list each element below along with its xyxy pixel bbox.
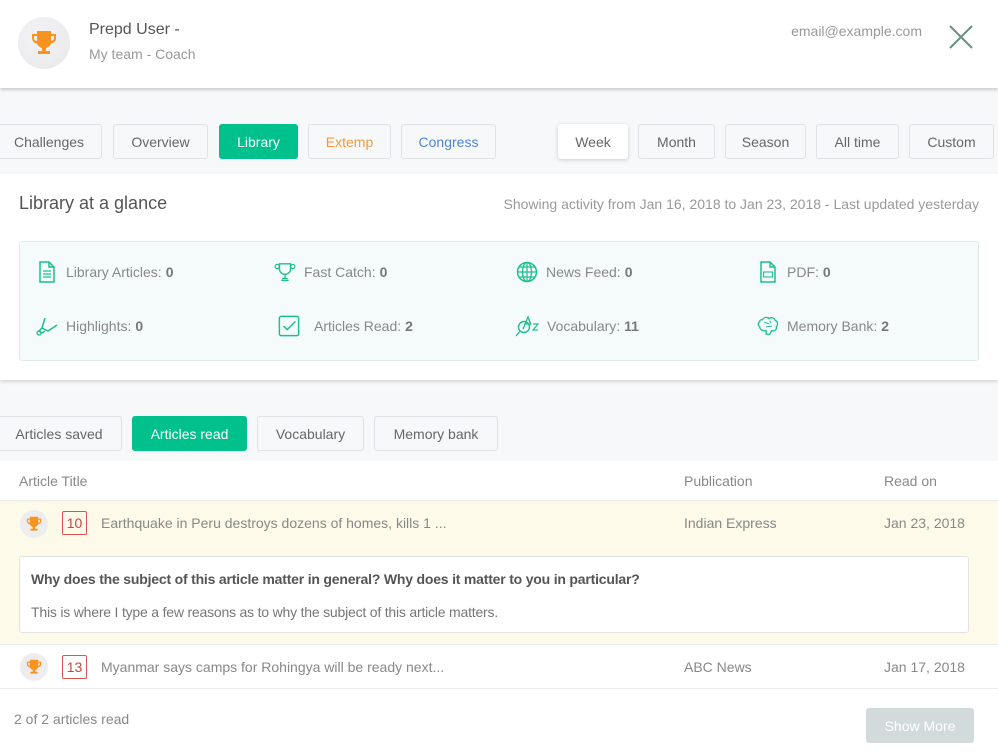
brain-icon — [757, 315, 779, 337]
stat-memory-bank: Memory Bank: 2 — [757, 315, 889, 337]
pdf-icon — [757, 261, 779, 283]
reflection-answer: This is where I type a few reasons as to… — [31, 604, 499, 620]
library-glance-panel: Library at a glance Showing activity fro… — [0, 174, 998, 380]
reflection-box: Why does the subject of this article mat… — [19, 556, 969, 633]
article-publication: Indian Express — [684, 515, 777, 531]
tab-congress[interactable]: Congress — [401, 124, 496, 159]
article-title-link[interactable]: Myanmar says camps for Rohingya will be … — [101, 659, 444, 675]
score-badge: 10 — [62, 511, 87, 535]
profile-header: Prepd User - My team - Coach email@examp… — [0, 0, 998, 88]
tab-extemp[interactable]: Extemp — [308, 124, 391, 159]
close-button[interactable] — [948, 24, 974, 50]
stat-label: Vocabulary: — [547, 318, 621, 334]
article-read-date: Jan 23, 2018 — [884, 515, 965, 531]
trophy-icon — [26, 659, 42, 674]
user-name: Prepd User - — [89, 21, 180, 38]
stat-library-articles: Library Articles: 0 — [36, 261, 174, 283]
close-icon — [949, 25, 973, 49]
stat-pdf: PDF: 0 — [757, 261, 831, 283]
stat-label: Memory Bank: — [787, 318, 878, 334]
table-row[interactable]: 10 Earthquake in Peru destroys dozens of… — [0, 500, 998, 644]
globe-icon — [516, 261, 538, 283]
stat-label: Library Articles: — [66, 264, 162, 280]
activity-range: Showing activity from Jan 16, 2018 to Ja… — [503, 196, 979, 212]
column-header-read-on[interactable]: Read on — [884, 473, 937, 489]
article-publication: ABC News — [684, 659, 752, 675]
stat-label: News Feed: — [546, 264, 621, 280]
stat-news-feed: News Feed: 0 — [516, 261, 633, 283]
subtab-articles-saved[interactable]: Articles saved — [0, 416, 122, 451]
stat-value: 0 — [822, 264, 831, 280]
table-row[interactable]: 13 Myanmar says camps for Rohingya will … — [0, 644, 998, 689]
trophy-icon — [32, 31, 56, 54]
tab-overview[interactable]: Overview — [113, 124, 208, 159]
highlighter-icon — [36, 315, 58, 337]
glance-title: Library at a glance — [19, 193, 168, 213]
user-role: My team - Coach — [89, 46, 196, 62]
stat-value: 0 — [135, 318, 144, 334]
row-avatar — [20, 510, 48, 538]
subtab-vocabulary[interactable]: Vocabulary — [257, 416, 364, 451]
trophy-icon — [274, 261, 296, 283]
score-badge: 13 — [62, 655, 87, 679]
stat-value: 2 — [881, 318, 890, 334]
articles-count: 2 of 2 articles read — [14, 711, 130, 727]
period-week[interactable]: Week — [558, 124, 628, 159]
article-title-link[interactable]: Earthquake in Peru destroys dozens of ho… — [101, 515, 447, 531]
stat-articles-read: Articles Read: 2 — [278, 315, 413, 337]
period-month[interactable]: Month — [638, 124, 715, 159]
stat-value: 0 — [379, 264, 388, 280]
subtab-articles-read[interactable]: Articles read — [132, 416, 247, 451]
stat-label: Highlights: — [66, 318, 132, 334]
stats-box: Library Articles: 0 Fast Catch: 0 News Fee… — [19, 241, 979, 361]
stat-label: Articles Read: — [314, 318, 402, 334]
stat-highlights: Highlights: 0 — [36, 315, 143, 337]
vocabulary-icon — [515, 315, 541, 337]
stat-label: PDF: — [787, 264, 819, 280]
column-header-publication[interactable]: Publication — [684, 473, 753, 489]
document-icon — [36, 261, 58, 283]
stat-value: 0 — [624, 264, 633, 280]
stat-value: 2 — [405, 318, 413, 334]
tab-library[interactable]: Library — [219, 124, 298, 159]
period-season[interactable]: Season — [725, 124, 806, 159]
stat-vocabulary: Vocabulary: 11 — [515, 315, 639, 337]
stat-value: 0 — [165, 264, 174, 280]
tab-challenges[interactable]: Challenges — [0, 124, 102, 159]
reflection-question: Why does the subject of this article mat… — [31, 571, 640, 587]
show-more-button[interactable]: Show More — [866, 708, 974, 743]
stat-label: Fast Catch: — [304, 264, 376, 280]
subtab-memory-bank[interactable]: Memory bank — [374, 416, 498, 451]
articles-table: Article Title Publication Read on 10 Ear… — [0, 461, 998, 754]
article-read-date: Jan 17, 2018 — [884, 659, 965, 675]
user-email: email@example.com — [791, 23, 922, 39]
stat-fast-catch: Fast Catch: 0 — [274, 261, 387, 283]
avatar — [18, 17, 70, 69]
period-custom[interactable]: Custom — [909, 124, 994, 159]
trophy-icon — [26, 516, 42, 531]
stat-value: 11 — [624, 318, 639, 334]
row-avatar — [20, 653, 48, 681]
column-header-title[interactable]: Article Title — [19, 473, 87, 489]
checkbox-icon — [278, 315, 300, 337]
period-all-time[interactable]: All time — [816, 124, 899, 159]
page: Prepd User - My team - Coach email@examp… — [0, 0, 998, 754]
